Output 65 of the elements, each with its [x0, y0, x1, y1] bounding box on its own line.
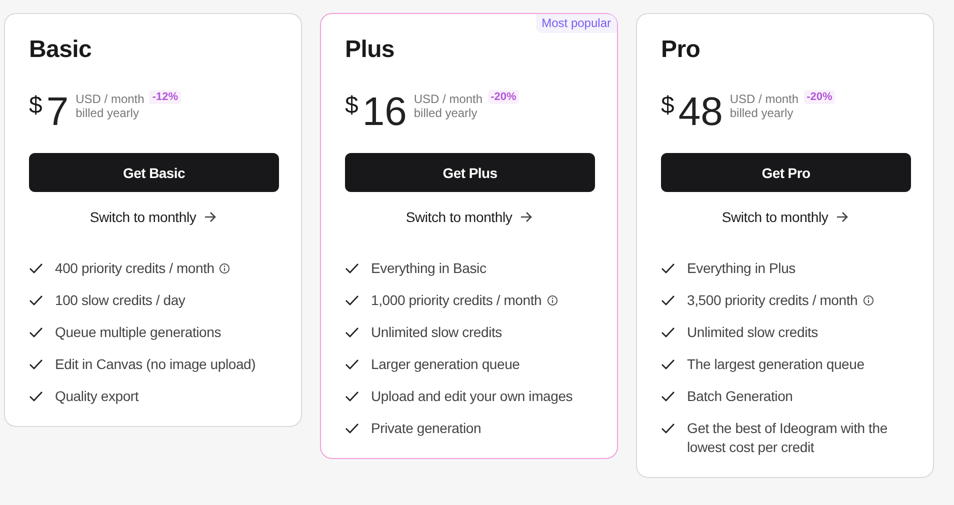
feature-text: Everything in Basic: [371, 259, 486, 278]
popular-badge: Most popular: [536, 14, 617, 33]
discount-tag: -12%: [149, 90, 181, 104]
check-icon: [345, 295, 359, 306]
feature-text: Upload and edit your own images: [371, 387, 573, 406]
check-icon: [29, 359, 43, 370]
currency-symbol: $: [661, 91, 674, 121]
arrow-right-icon: [204, 211, 216, 223]
switch-monthly-link[interactable]: Switch to monthly: [406, 209, 512, 225]
check-icon: [29, 391, 43, 402]
currency-symbol: $: [29, 91, 42, 121]
discount-tag: -20%: [804, 90, 836, 104]
check-icon: [345, 263, 359, 274]
feature-text: Everything in Plus: [687, 259, 796, 278]
price-amount: 16: [362, 90, 407, 134]
billing-note: billed yearly: [76, 106, 140, 120]
price-period: USD / month: [730, 92, 799, 106]
check-icon: [345, 423, 359, 434]
check-icon: [345, 327, 359, 338]
feature-text: Unlimited slow credits: [371, 323, 502, 342]
check-icon: [661, 423, 675, 434]
feature-text: Larger generation queue: [371, 355, 520, 374]
plan-title: Basic: [29, 36, 93, 65]
switch-monthly-link[interactable]: Switch to monthly: [90, 209, 196, 225]
price-amount: 7: [46, 90, 69, 134]
feature-text: Queue multiple generations: [55, 323, 222, 342]
check-icon: [29, 295, 43, 306]
check-icon: [345, 359, 359, 370]
feature-text: 100 slow credits / day: [55, 291, 186, 310]
arrow-right-icon: [520, 211, 532, 223]
discount-tag: -20%: [488, 90, 520, 104]
billing-note: billed yearly: [730, 106, 794, 120]
get-plan-button[interactable]: Get Pro: [661, 153, 911, 192]
price-period: USD / month: [76, 92, 144, 106]
info-icon: [546, 295, 558, 306]
feature-text: 1,000 priority credits / month: [371, 291, 542, 310]
check-icon: [29, 327, 43, 338]
feature-text: The largest generation queue: [687, 355, 864, 374]
price-period: USD / month: [414, 92, 483, 106]
check-icon: [661, 263, 675, 274]
feature-text: Batch Generation: [687, 387, 793, 406]
feature-text: Edit in Canvas (no image upload): [55, 355, 256, 374]
feature-text: Get the best of Ideogram with the lowest cost per credit: [687, 419, 888, 457]
billing-note: billed yearly: [414, 106, 478, 120]
plan-title: Plus: [345, 36, 396, 65]
price-amount: 48: [678, 90, 723, 134]
info-icon: [219, 263, 230, 274]
feature-text: 3,500 priority credits / month: [687, 291, 858, 310]
check-icon: [661, 359, 675, 370]
check-icon: [29, 263, 43, 274]
feature-text: Quality export: [55, 387, 139, 406]
get-plan-button[interactable]: Get Plus: [345, 153, 595, 192]
arrow-right-icon: [836, 211, 848, 223]
info-icon: [862, 295, 874, 306]
check-icon: [345, 391, 359, 402]
feature-text: 400 priority credits / month: [55, 259, 214, 278]
check-icon: [661, 327, 675, 338]
get-plan-button[interactable]: Get Basic: [29, 153, 279, 192]
check-icon: [661, 295, 675, 306]
check-icon: [661, 391, 675, 402]
plan-title: Pro: [661, 36, 702, 65]
feature-text: Private generation: [371, 419, 482, 438]
switch-monthly-link[interactable]: Switch to monthly: [722, 209, 828, 225]
currency-symbol: $: [345, 91, 358, 121]
feature-text: Unlimited slow credits: [687, 323, 818, 342]
